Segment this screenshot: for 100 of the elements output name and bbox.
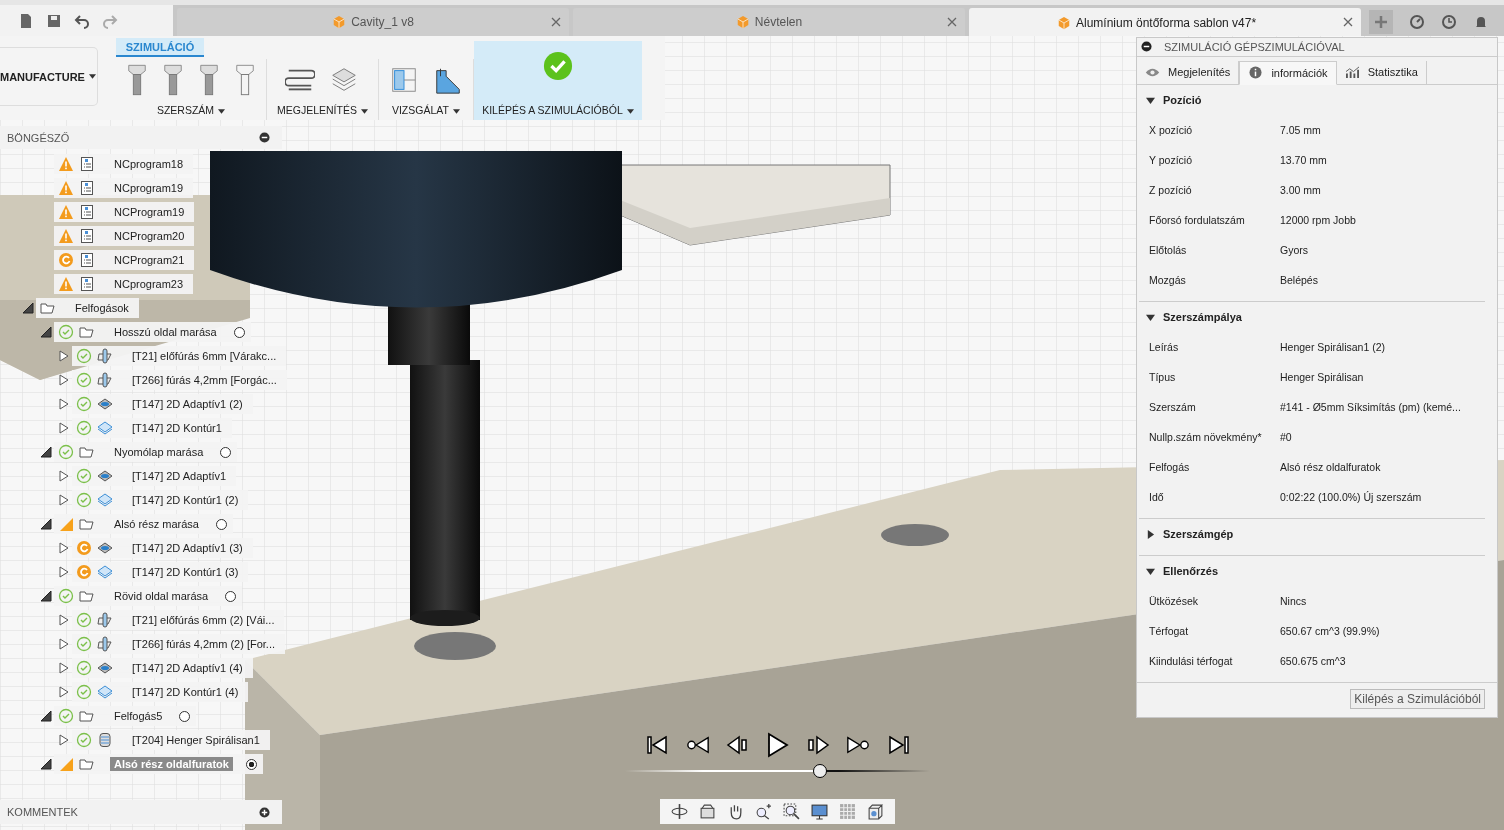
expanded-arrow-icon[interactable] <box>40 590 52 602</box>
collapsed-arrow-icon[interactable] <box>58 734 70 746</box>
close-icon[interactable] <box>947 17 957 27</box>
tree-item-name[interactable]: NCProgram19 <box>110 205 189 219</box>
activate-radio[interactable] <box>225 590 237 602</box>
go-to-start-icon[interactable] <box>645 735 670 755</box>
collapse-icon[interactable] <box>259 132 270 143</box>
activate-radio[interactable] <box>233 326 245 338</box>
collapsed-arrow-icon[interactable] <box>58 614 70 626</box>
ribbon-group-dropdown[interactable]: MEGJELENÍTÉS <box>277 104 368 116</box>
save-icon[interactable] <box>46 12 62 29</box>
section-title: Szerszámpálya <box>1163 311 1242 323</box>
collapsed-arrow-icon[interactable] <box>58 662 70 674</box>
tree-item-name[interactable]: [T147] 2D Adaptív1 (3) <box>128 541 247 555</box>
section-header[interactable]: Ellenőrzés <box>1139 556 1485 586</box>
tree-item-name[interactable]: [T204] Henger Spirálisan1 <box>128 733 264 747</box>
expanded-arrow-icon[interactable] <box>40 326 52 338</box>
tree-item-name[interactable]: Hosszú oldal marása <box>110 325 221 339</box>
step-back-icon[interactable] <box>725 735 750 755</box>
tree-item-name[interactable]: [T266] fúrás 4,2mm (2) [For... <box>128 637 280 651</box>
section-header[interactable]: Szerszámgép <box>1139 519 1485 549</box>
section-title: Ellenőrzés <box>1163 565 1219 577</box>
orbit-icon[interactable] <box>671 803 689 820</box>
clock-icon[interactable] <box>1441 14 1457 30</box>
next-keyframe-icon[interactable] <box>845 735 870 755</box>
document-tab[interactable]: Névtelen <box>573 8 965 36</box>
expanded-arrow-icon[interactable] <box>40 758 52 770</box>
tree-item-name[interactable]: [T21] előfúrás 6mm (2) [Vái... <box>128 613 279 627</box>
end-mill-icon[interactable] <box>126 63 148 97</box>
tree-item-name[interactable]: NCprogram18 <box>110 157 188 171</box>
timeline-thumb[interactable] <box>813 764 828 778</box>
expand-plus-icon[interactable] <box>259 806 270 818</box>
document-tab[interactable]: Alumínium öntőforma sablon v47* <box>969 8 1361 36</box>
close-icon[interactable] <box>551 17 561 27</box>
tree-item-name[interactable]: NCProgram20 <box>110 229 189 243</box>
ribbon-group-dropdown[interactable]: KILÉPÉS A SZIMULÁCIÓBÓL <box>482 104 634 116</box>
monitor-icon[interactable] <box>810 803 828 820</box>
expanded-arrow-icon[interactable] <box>40 518 52 530</box>
tree-item-name[interactable]: [T21] előfúrás 6mm [Várakc... <box>128 349 281 363</box>
workspace-dropdown[interactable]: MANUFACTURE <box>0 47 98 106</box>
end-mill-icon[interactable] <box>162 63 184 97</box>
check-icon[interactable] <box>542 49 573 83</box>
panel-tab[interactable]: Statisztika <box>1336 60 1427 84</box>
activate-radio[interactable] <box>179 710 191 722</box>
tree-item-name[interactable]: Nyomólap marása <box>110 445 208 459</box>
tree-item-name[interactable]: Alsó rész marása <box>110 517 203 531</box>
close-icon[interactable] <box>1343 17 1353 27</box>
collapse-icon[interactable] <box>1141 41 1152 53</box>
tree-item-name[interactable]: Felfogás5 <box>110 709 167 723</box>
collapsed-arrow-icon[interactable] <box>58 686 70 698</box>
tree-item-name[interactable]: [T147] 2D Kontúr1 (4) <box>128 685 243 699</box>
collapsed-arrow-icon[interactable] <box>58 566 70 578</box>
section-header[interactable]: Szerszámpálya <box>1139 302 1485 332</box>
expanded-arrow-icon[interactable] <box>22 302 34 314</box>
collapsed-arrow-icon[interactable] <box>58 398 70 410</box>
undo-icon[interactable] <box>74 12 90 29</box>
collapsed-arrow-icon[interactable] <box>58 470 70 482</box>
previous-keyframe-icon[interactable] <box>685 735 710 755</box>
end-mill-icon[interactable] <box>234 63 256 97</box>
collapsed-arrow-icon[interactable] <box>58 422 70 434</box>
ribbon-group-dropdown[interactable]: SZERSZÁM <box>156 104 226 116</box>
expanded-arrow-icon[interactable] <box>40 446 52 458</box>
camera-icon[interactable] <box>699 803 717 820</box>
tree-item-name[interactable]: Rövid oldal marása <box>110 589 213 603</box>
gauge-icon[interactable] <box>1409 14 1425 30</box>
document-tab[interactable]: Cavity_1 v8 <box>177 8 569 36</box>
activate-radio[interactable] <box>220 446 232 458</box>
expanded-arrow-icon <box>1146 566 1155 576</box>
collapsed-arrow-icon[interactable] <box>58 638 70 650</box>
play-icon[interactable] <box>765 732 790 758</box>
zoom-window-icon[interactable] <box>782 803 800 820</box>
expanded-arrow-icon[interactable] <box>40 710 52 722</box>
tree-item-name[interactable]: [T147] 2D Adaptív1 (2) <box>128 397 247 411</box>
collapsed-arrow-icon[interactable] <box>58 542 70 554</box>
property-value: Gyors <box>1280 244 1308 256</box>
tree-item-name[interactable]: NCprogram23 <box>110 277 188 291</box>
tree-item-name[interactable]: [T147] 2D Adaptív1 <box>128 469 231 483</box>
collapsed-arrow-icon[interactable] <box>58 494 70 506</box>
panel-tab[interactable]: információk <box>1239 60 1337 85</box>
zoom-icon[interactable] <box>755 803 773 820</box>
collapsed-arrow-icon[interactable] <box>58 374 70 386</box>
tree-item-name[interactable]: [T147] 2D Adaptív1 (4) <box>128 661 247 675</box>
tree-item-name[interactable]: [T147] 2D Kontúr1 (2) <box>128 493 243 507</box>
file-icon[interactable] <box>18 12 34 29</box>
end-mill-icon[interactable] <box>198 63 220 97</box>
tree-item-name[interactable]: NCProgram21 <box>110 253 189 267</box>
section-header[interactable]: Pozíció <box>1139 85 1485 115</box>
collapsed-arrow-icon[interactable] <box>58 350 70 362</box>
tree-item-name[interactable]: NCprogram19 <box>110 181 188 195</box>
activate-radio[interactable] <box>245 758 257 770</box>
cube-icon <box>332 15 347 29</box>
tree-item-name[interactable]: Felfogások <box>71 301 133 315</box>
view-cube-icon[interactable] <box>866 803 884 820</box>
tree-item-name[interactable]: [T147] 2D Kontúr1 (3) <box>128 565 243 579</box>
ribbon-group-dropdown[interactable]: VIZSGÁLAT <box>391 104 460 116</box>
step-forward-icon[interactable] <box>805 735 830 755</box>
tree-item-name[interactable]: [T147] 2D Kontúr1 <box>128 421 226 435</box>
exit-simulation-button[interactable]: Kilépés a Szimulációból <box>1350 689 1485 709</box>
activate-radio[interactable] <box>216 518 227 530</box>
tree-item-name[interactable]: [T266] fúrás 4,2mm [Forgác... <box>128 373 281 387</box>
